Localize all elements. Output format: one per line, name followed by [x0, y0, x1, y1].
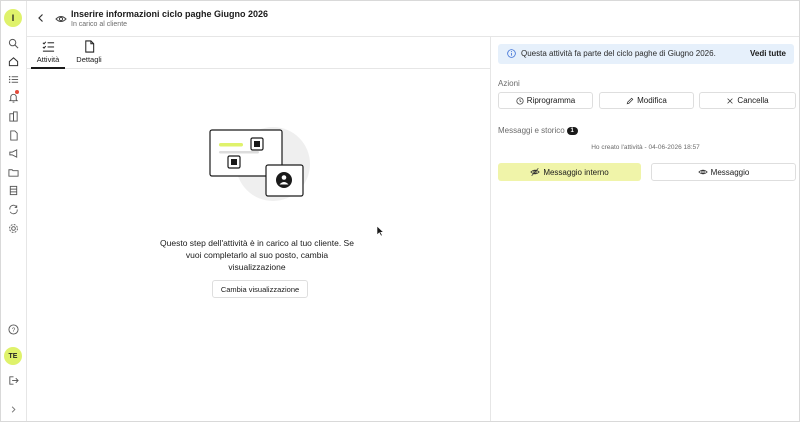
home-icon[interactable] [4, 52, 22, 70]
pencil-icon [626, 97, 634, 104]
close-icon [727, 97, 734, 104]
svg-text:?: ? [11, 326, 15, 333]
info-banner-text: Questa attività fa parte del ciclo paghe… [521, 49, 716, 58]
expand-icon[interactable] [6, 402, 20, 416]
actions-label: Azioni [498, 79, 520, 88]
message-count-badge: 1 [566, 127, 578, 135]
empty-state-illustration [209, 127, 310, 201]
eye-off-icon [530, 168, 541, 176]
reschedule-button[interactable]: Riprogramma [498, 92, 593, 109]
details-sidebar: Questa attività fa parte del ciclo paghe… [492, 37, 799, 421]
tab-dettagli-label: Dettagli [76, 55, 102, 64]
activity-pane: Attività Dettagli Questo step dell'attiv… [27, 37, 491, 421]
document-icon [84, 40, 94, 53]
tab-dettagli[interactable]: Dettagli [71, 40, 107, 69]
mouse-cursor-icon [376, 225, 384, 237]
view-all-link[interactable]: Vedi tutte [750, 49, 786, 58]
message-label: Messaggio [710, 167, 750, 177]
user-avatar[interactable]: TE [4, 347, 22, 365]
tasks-icon[interactable] [6, 72, 20, 86]
logout-icon[interactable] [6, 373, 20, 387]
back-icon[interactable] [35, 12, 47, 24]
building-icon[interactable] [6, 109, 20, 123]
internal-message-label: Messaggio interno [543, 167, 609, 177]
edit-label: Modifica [637, 96, 667, 105]
cancel-button[interactable]: Cancella [699, 92, 796, 109]
side-rail: I ? TE [1, 1, 27, 421]
empty-state-message: Questo step dell'attività è in carico al… [160, 238, 354, 272]
tab-bar: Attività Dettagli [27, 37, 491, 69]
messages-history-label: Messaggi e storico 1 [498, 126, 578, 135]
sync-icon[interactable] [6, 202, 20, 216]
internal-message-button[interactable]: Messaggio interno [498, 163, 641, 181]
workspace-logo[interactable]: I [4, 9, 22, 27]
tab-attivita-label: Attività [36, 55, 60, 64]
reschedule-label: Riprogramma [526, 96, 576, 105]
archive-icon[interactable] [6, 183, 20, 197]
page-subtitle: In carico al cliente [71, 21, 128, 28]
checklist-icon [42, 41, 54, 52]
megaphone-icon[interactable] [6, 146, 20, 160]
bell-icon[interactable] [6, 90, 20, 104]
document-icon[interactable] [6, 128, 20, 142]
cancel-label: Cancella [737, 96, 769, 105]
tab-attivita[interactable]: Attività [31, 40, 65, 69]
notification-dot [15, 90, 19, 94]
edit-button[interactable]: Modifica [599, 92, 694, 109]
settings-icon[interactable] [6, 221, 20, 235]
message-button[interactable]: Messaggio [651, 163, 796, 181]
page-header: Inserire informazioni ciclo paghe Giugno… [27, 1, 799, 37]
clock-icon [516, 96, 524, 105]
info-icon [507, 49, 516, 58]
history-entry: Ho creato l'attività - 04-06-2026 18:57 [591, 144, 700, 151]
help-icon[interactable]: ? [6, 322, 20, 336]
app-window: I ? TE Inserire informazioni ciclo paghe… [0, 0, 800, 422]
info-banner: Questa attività fa parte del ciclo paghe… [498, 44, 794, 64]
change-view-button[interactable]: Cambia visualizzazione [212, 280, 308, 298]
page-title: Inserire informazioni ciclo paghe Giugno… [71, 9, 269, 19]
eye-icon [697, 169, 708, 175]
search-icon[interactable] [6, 36, 20, 50]
messages-history-text: Messaggi e storico [498, 126, 565, 135]
eye-icon [55, 16, 67, 22]
folder-icon[interactable] [6, 165, 20, 179]
